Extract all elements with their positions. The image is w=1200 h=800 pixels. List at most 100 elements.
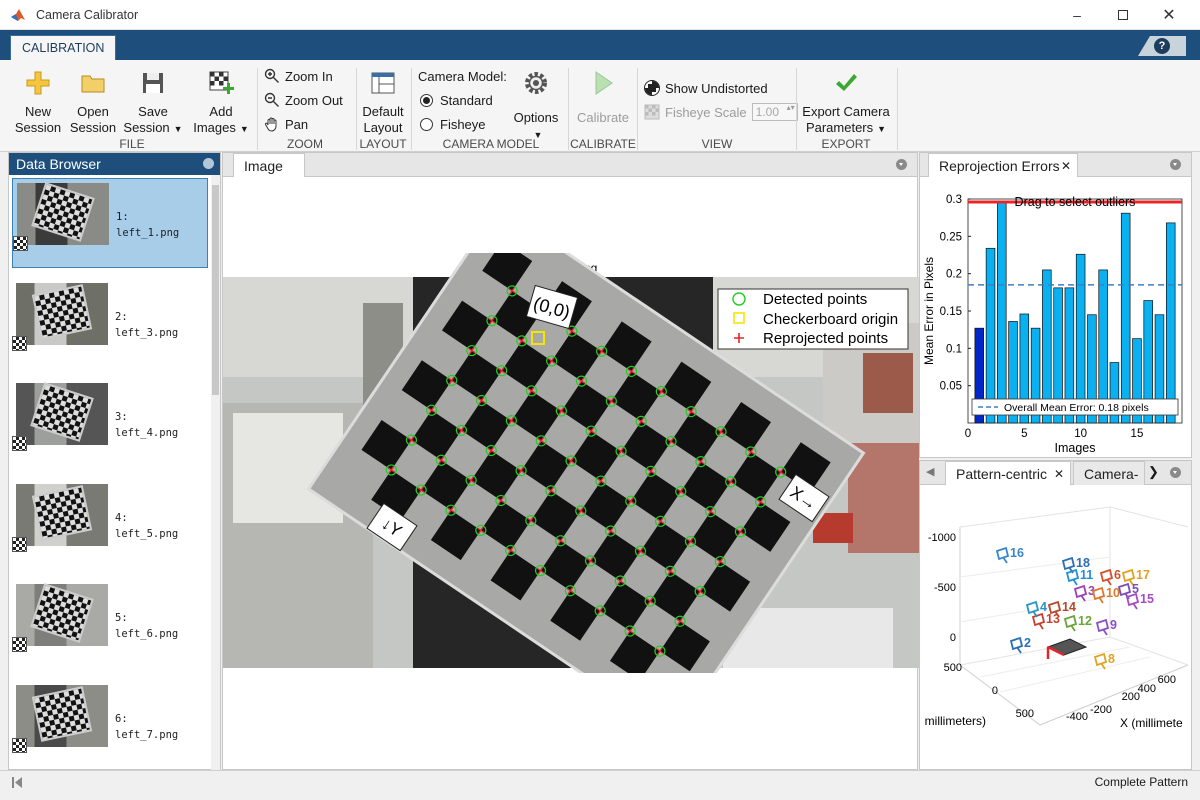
image-filename: left_3.png — [115, 326, 179, 339]
default-layout-button[interactable]: Default Layout — [358, 70, 408, 136]
camera-pose-glyph[interactable] — [1093, 652, 1108, 670]
image-list-item[interactable]: 2: left_3.png — [12, 279, 208, 369]
image-index: 2: — [115, 310, 128, 323]
radio-standard[interactable]: Standard — [420, 90, 493, 110]
camera-pose-glyph[interactable] — [1095, 618, 1110, 636]
image-list-item[interactable]: 5: left_6.png — [12, 580, 208, 670]
image-index: 4: — [115, 511, 128, 524]
y-tick: 0 — [992, 685, 998, 697]
pan-button[interactable]: Pan — [264, 114, 308, 134]
radio-fisheye[interactable]: Fisheye — [420, 114, 486, 134]
legend-detected-points: Detected points — [763, 291, 867, 308]
export-camera-parameters-button[interactable]: Export Camera Parameters ▼ — [800, 70, 892, 137]
chevron-down-icon: ▼ — [877, 124, 887, 134]
camera-pose-glyph[interactable] — [995, 546, 1010, 564]
image-index: 3: — [115, 411, 128, 423]
folder-icon — [81, 75, 105, 93]
image-index: 1: — [116, 211, 129, 223]
drag-hint: Drag to select outliers — [1015, 195, 1136, 209]
error-bar[interactable] — [1120, 212, 1131, 424]
close-window-button[interactable]: ✕ — [1146, 0, 1192, 30]
checkerboard-preview — [31, 484, 93, 541]
group-label-zoom: ZOOM — [287, 137, 323, 151]
y-tick-label: 0.05 — [940, 381, 962, 393]
extrinsics-panel: Pattern-centric ✕ Camera-c ❯ ◀ -1000 -50… — [919, 460, 1192, 770]
tab-calibration[interactable]: CALIBRATION — [10, 35, 117, 60]
matlab-logo-icon — [11, 9, 25, 21]
image-thumbnail — [12, 583, 108, 652]
scrollbar-thumb[interactable] — [212, 185, 219, 395]
image-list-item[interactable]: 3: left_4.png — [12, 379, 208, 469]
panel-menu-icon[interactable] — [1170, 467, 1181, 478]
rewind-icon[interactable] — [12, 777, 23, 788]
options-button[interactable]: Options ▼ — [508, 70, 564, 143]
error-bar[interactable] — [997, 201, 1007, 424]
close-tab-icon[interactable]: ✕ — [1061, 154, 1071, 178]
zoom-out-button[interactable]: Zoom Out — [264, 90, 343, 110]
checkerboard-icon — [644, 80, 660, 96]
panel-menu-icon[interactable] — [896, 159, 907, 170]
calibrate-button[interactable]: Calibrate — [572, 70, 634, 126]
z-tick: -1000 — [928, 532, 956, 544]
fisheye-scale-spinner[interactable]: 1.00 — [751, 103, 798, 121]
x-tick-label: 15 — [1131, 428, 1144, 440]
export-label-2: Parameters — [805, 120, 874, 135]
close-tab-icon[interactable]: ✕ — [1054, 462, 1064, 486]
group-label-file: FILE — [119, 137, 145, 151]
open-session-button[interactable]: Open Session — [68, 70, 118, 136]
data-browser-scrollbar[interactable] — [211, 175, 220, 770]
error-bar[interactable] — [985, 247, 996, 424]
scene-books — [863, 353, 913, 413]
panel-menu-icon[interactable] — [1170, 159, 1181, 170]
tab-scroll-right-icon[interactable]: ❯ — [1148, 464, 1159, 480]
calibrate-label: Calibrate — [576, 110, 630, 125]
camera-pose-glyph[interactable] — [1063, 614, 1078, 632]
help-icon: ? — [1154, 38, 1170, 54]
maximize-button[interactable] — [1100, 0, 1146, 30]
error-bar[interactable] — [1165, 222, 1176, 424]
toolstrip: New Session Open Session Save Session ▼ A… — [0, 60, 1200, 152]
image-list-item[interactable]: 1: left_1.png — [12, 178, 208, 268]
add-images-label-2: Images — [193, 120, 236, 135]
tab-scroll-left-icon[interactable]: ◀ — [926, 465, 934, 478]
camera-pose-label: 14 — [1062, 600, 1076, 614]
camera-pose-glyph[interactable] — [1125, 592, 1140, 610]
add-images-button[interactable]: Add Images ▼ — [190, 70, 252, 137]
image-list-label: 5: left_6.png — [115, 610, 178, 642]
separator — [637, 68, 638, 150]
tab-image[interactable]: Image — [233, 153, 305, 177]
radio-standard-indicator — [420, 93, 433, 107]
zoom-in-button[interactable]: Zoom In — [264, 66, 333, 86]
tab-pattern-centric[interactable]: Pattern-centric ✕ — [945, 461, 1071, 485]
pattern-detected-icon — [12, 335, 27, 351]
new-session-button[interactable]: New Session — [12, 70, 64, 136]
add-images-label: Add — [209, 104, 233, 119]
minimize-button[interactable]: – — [1054, 0, 1100, 30]
show-undistorted-button[interactable]: Show Undistorted — [644, 78, 768, 98]
calibration-image: left_1.png (0,0) X→ ↓Y — [223, 253, 919, 673]
y-tick: 500 — [1016, 708, 1034, 720]
save-session-button[interactable]: Save Session ▼ — [122, 70, 184, 137]
y-tick-label: 0.15 — [940, 306, 962, 318]
camera-pose-label: 15 — [1140, 592, 1154, 606]
camera-pose-glyph[interactable] — [1091, 586, 1106, 604]
panel-menu-icon[interactable] — [203, 158, 214, 169]
export-label: Export Camera — [802, 104, 890, 119]
camera-pose-label: 13 — [1046, 612, 1060, 626]
camera-pose-label: 8 — [1108, 652, 1115, 666]
tab-reprojection-errors[interactable]: Reprojection Errors ✕ — [928, 153, 1078, 177]
image-list-item[interactable]: 6: left_7.png — [12, 681, 208, 771]
image-list-label: 2: left_3.png — [115, 309, 178, 341]
open-session-label-2: Session — [69, 120, 117, 135]
image-list-item[interactable]: 4: left_5.png — [12, 480, 208, 570]
y-tick-label: 0.25 — [940, 231, 962, 243]
camera-pose-glyph[interactable] — [1009, 636, 1024, 654]
camera-pose-glyph[interactable] — [1031, 612, 1046, 630]
camera-pose-glyph[interactable] — [1073, 584, 1088, 602]
pan-hand-icon — [264, 117, 277, 132]
image-filename: left_4.png — [115, 427, 179, 439]
error-bar[interactable] — [1075, 253, 1086, 424]
tab-camera-centric[interactable]: Camera-c — [1073, 461, 1145, 485]
extrinsics-3d-plot[interactable]: -1000 -500 0 500 0 500 millimeters) -400… — [920, 487, 1191, 769]
reprojection-error-chart[interactable]: Mean Error in Pixels Images 0.05 0.1 0.15 0… — [920, 177, 1191, 457]
